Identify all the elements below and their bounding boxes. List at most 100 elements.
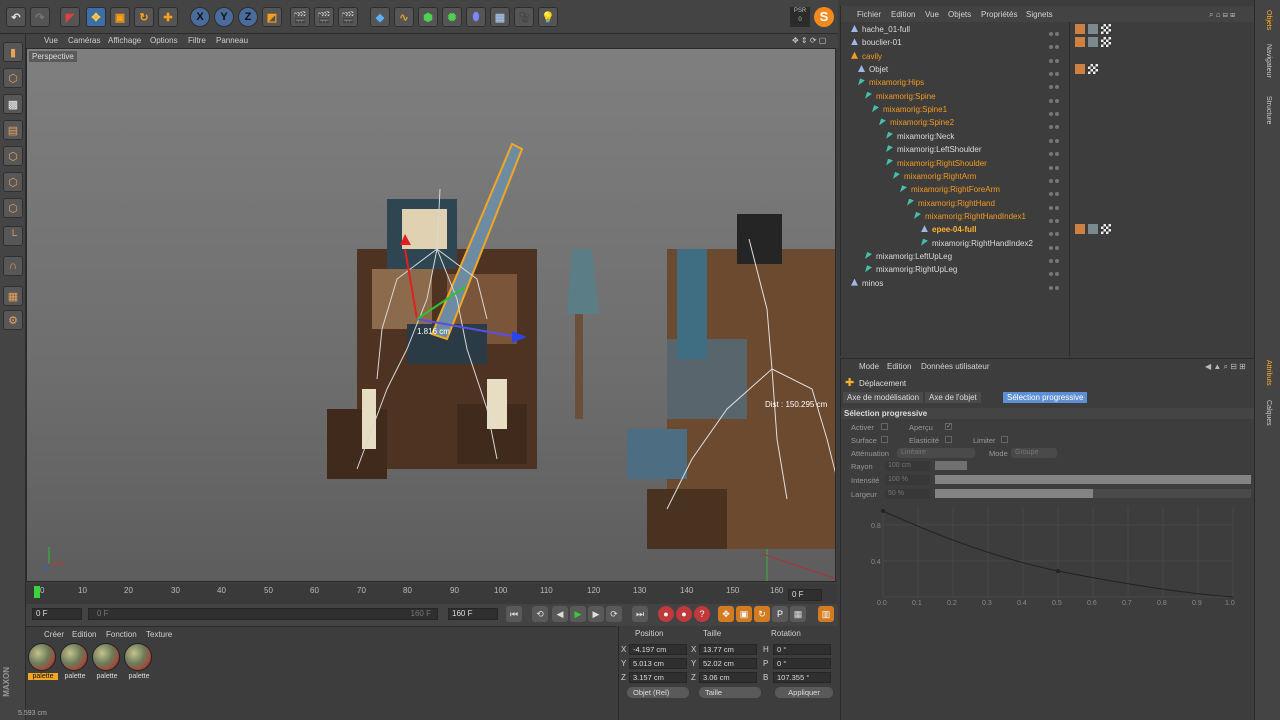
object-row[interactable]: mixamorig:Spine — [841, 90, 1255, 103]
key-scale-icon[interactable]: ▣ — [736, 606, 752, 622]
spline-pen-icon[interactable]: ∿ — [394, 7, 414, 27]
material-swatch[interactable]: palette — [124, 643, 154, 685]
visibility-dots[interactable] — [1049, 254, 1063, 263]
axis-mode-icon[interactable]: └ — [3, 226, 23, 246]
visibility-dots[interactable] — [1049, 134, 1063, 143]
go-to-next-key-icon[interactable]: ⟳ — [606, 606, 622, 622]
timeline-layout-icon[interactable]: ▥ — [818, 606, 834, 622]
edges-mode-icon[interactable]: ⬡ — [3, 172, 23, 192]
tag-icon[interactable] — [1088, 37, 1098, 48]
axis-x-button[interactable]: X — [190, 7, 210, 27]
axis-y-button[interactable]: Y — [214, 7, 234, 27]
range-slider[interactable]: 0 F 160 F — [88, 608, 438, 620]
visibility-dots[interactable] — [1049, 147, 1063, 157]
object-row[interactable]: bouclier-01 — [841, 36, 1255, 50]
rayon-field[interactable]: 100 cm — [885, 461, 930, 471]
tag-icon[interactable] — [1101, 224, 1111, 235]
menu-edition[interactable]: Edition — [891, 10, 915, 19]
menu-cameras[interactable]: Caméras — [68, 36, 100, 45]
size-z-field[interactable]: 3.06 cm — [699, 672, 757, 683]
record-icon[interactable]: ● — [658, 606, 674, 622]
cloner-icon[interactable]: ✺ — [442, 7, 462, 27]
object-row[interactable]: mixamorig:RightHandIndex2 — [841, 237, 1255, 250]
intensite-field[interactable]: 100 % — [885, 475, 930, 485]
object-row[interactable]: mixamorig:RightUpLeg — [841, 263, 1255, 277]
coordinate-system-icon[interactable]: ◩ — [262, 7, 282, 27]
make-editable-icon[interactable]: ▮ — [3, 42, 23, 62]
points-mode-icon[interactable]: ⬡ — [3, 146, 23, 166]
position-x-field[interactable]: -4.197 cm — [629, 644, 687, 655]
menu-fonction[interactable]: Fonction — [106, 630, 137, 639]
object-row[interactable]: mixamorig:RightHandIndex1 — [841, 210, 1255, 223]
menu-edition[interactable]: Edition — [72, 630, 96, 639]
rotation-b-field[interactable]: 107.355 ° — [773, 672, 831, 683]
object-row[interactable]: mixamorig:Spine1 — [841, 103, 1255, 117]
visibility-dots[interactable] — [1049, 267, 1063, 277]
object-row[interactable]: Objet — [841, 63, 1255, 77]
object-row[interactable]: mixamorig:RightShoulder — [841, 157, 1255, 170]
tab-structure[interactable]: Structure — [1258, 96, 1272, 124]
polygons-mode-icon[interactable]: ⬡ — [3, 198, 23, 218]
add-tool-icon[interactable]: ✚ — [158, 7, 178, 27]
floor-icon[interactable]: ▦ — [490, 7, 510, 27]
rotation-h-field[interactable]: 0 ° — [773, 644, 831, 655]
step-forward-icon[interactable]: ▶ — [588, 606, 604, 622]
current-frame-field[interactable]: 0 F — [788, 589, 822, 601]
object-manager-search-icon[interactable]: ⌕ ⌂ ⊟ ⊞ — [1209, 10, 1235, 20]
project-settings-icon[interactable]: PSR 0 — [790, 7, 810, 27]
visibility-dots[interactable] — [1049, 214, 1063, 223]
tag-icon[interactable] — [1075, 37, 1085, 48]
surface-checkbox[interactable] — [881, 436, 888, 443]
position-z-field[interactable]: 3.157 cm — [629, 672, 687, 683]
visibility-dots[interactable] — [1049, 201, 1063, 210]
tag-icon[interactable] — [1088, 64, 1098, 75]
key-parameter-icon[interactable]: P — [772, 606, 788, 622]
texture-mode-icon[interactable]: ▩ — [3, 94, 23, 114]
rotation-p-field[interactable]: 0 ° — [773, 658, 831, 669]
tab-navigateur[interactable]: Navigateur — [1258, 44, 1272, 78]
timeline-ruler[interactable]: 0 10 20 30 40 50 60 70 80 90 100 110 120… — [30, 586, 785, 600]
key-pla-icon[interactable]: ▦ — [790, 606, 806, 622]
size-y-field[interactable]: 52.02 cm — [699, 658, 757, 669]
visibility-dots[interactable] — [1049, 54, 1063, 63]
rotate-tool-icon[interactable]: ↻ — [134, 7, 154, 27]
go-to-prev-key-icon[interactable]: ⟲ — [532, 606, 548, 622]
tag-icon[interactable] — [1101, 37, 1111, 48]
visibility-dots[interactable] — [1049, 40, 1063, 50]
go-to-end-icon[interactable]: ⏭ — [632, 606, 648, 622]
menu-edition[interactable]: Edition — [887, 362, 911, 371]
tag-icon[interactable] — [1088, 224, 1098, 235]
elasticite-checkbox[interactable] — [945, 436, 952, 443]
render-view-icon[interactable]: 🎬 — [290, 7, 310, 27]
menu-donnees-utilisateur[interactable]: Données utilisateur — [921, 362, 989, 371]
object-row[interactable]: mixamorig:LeftUpLeg — [841, 250, 1255, 263]
menu-affichage[interactable]: Affichage — [108, 36, 141, 45]
tag-icon[interactable] — [1075, 224, 1085, 235]
cube-primitive-icon[interactable]: ◆ — [370, 7, 390, 27]
visibility-dots[interactable] — [1049, 107, 1063, 117]
object-row[interactable]: cavily — [841, 50, 1255, 63]
menu-signets[interactable]: Signets — [1026, 10, 1053, 19]
end-frame-field[interactable]: 160 F — [448, 608, 498, 620]
visibility-dots[interactable] — [1049, 174, 1063, 183]
limiter-checkbox[interactable] — [1001, 436, 1008, 443]
menu-fichier[interactable]: Fichier — [857, 10, 881, 19]
workplane-icon[interactable]: ▤ — [3, 120, 23, 140]
size-mode-dropdown[interactable]: Taille — [699, 687, 761, 698]
tab-axe-modelisation[interactable]: Axe de modélisation — [843, 392, 924, 403]
tag-icon[interactable] — [1075, 24, 1085, 34]
activer-checkbox[interactable] — [881, 423, 888, 430]
object-row[interactable]: mixamorig:Neck — [841, 130, 1255, 143]
render-picture-viewer-icon[interactable]: 🎬 — [314, 7, 334, 27]
object-row[interactable]: epee-04-full — [841, 223, 1255, 237]
menu-vue[interactable]: Vue — [44, 36, 58, 45]
key-position-icon[interactable]: ✥ — [718, 606, 734, 622]
mode-dropdown[interactable]: Groupe — [1011, 448, 1057, 458]
object-row[interactable]: mixamorig:RightForeArm — [841, 183, 1255, 197]
visibility-dots[interactable] — [1049, 94, 1063, 103]
visibility-dots[interactable] — [1049, 67, 1063, 77]
object-row[interactable]: mixamorig:Spine2 — [841, 116, 1255, 130]
autokey-icon[interactable]: ● — [676, 606, 692, 622]
object-row[interactable]: mixamorig:LeftShoulder — [841, 143, 1255, 157]
visibility-dots[interactable] — [1049, 187, 1063, 197]
